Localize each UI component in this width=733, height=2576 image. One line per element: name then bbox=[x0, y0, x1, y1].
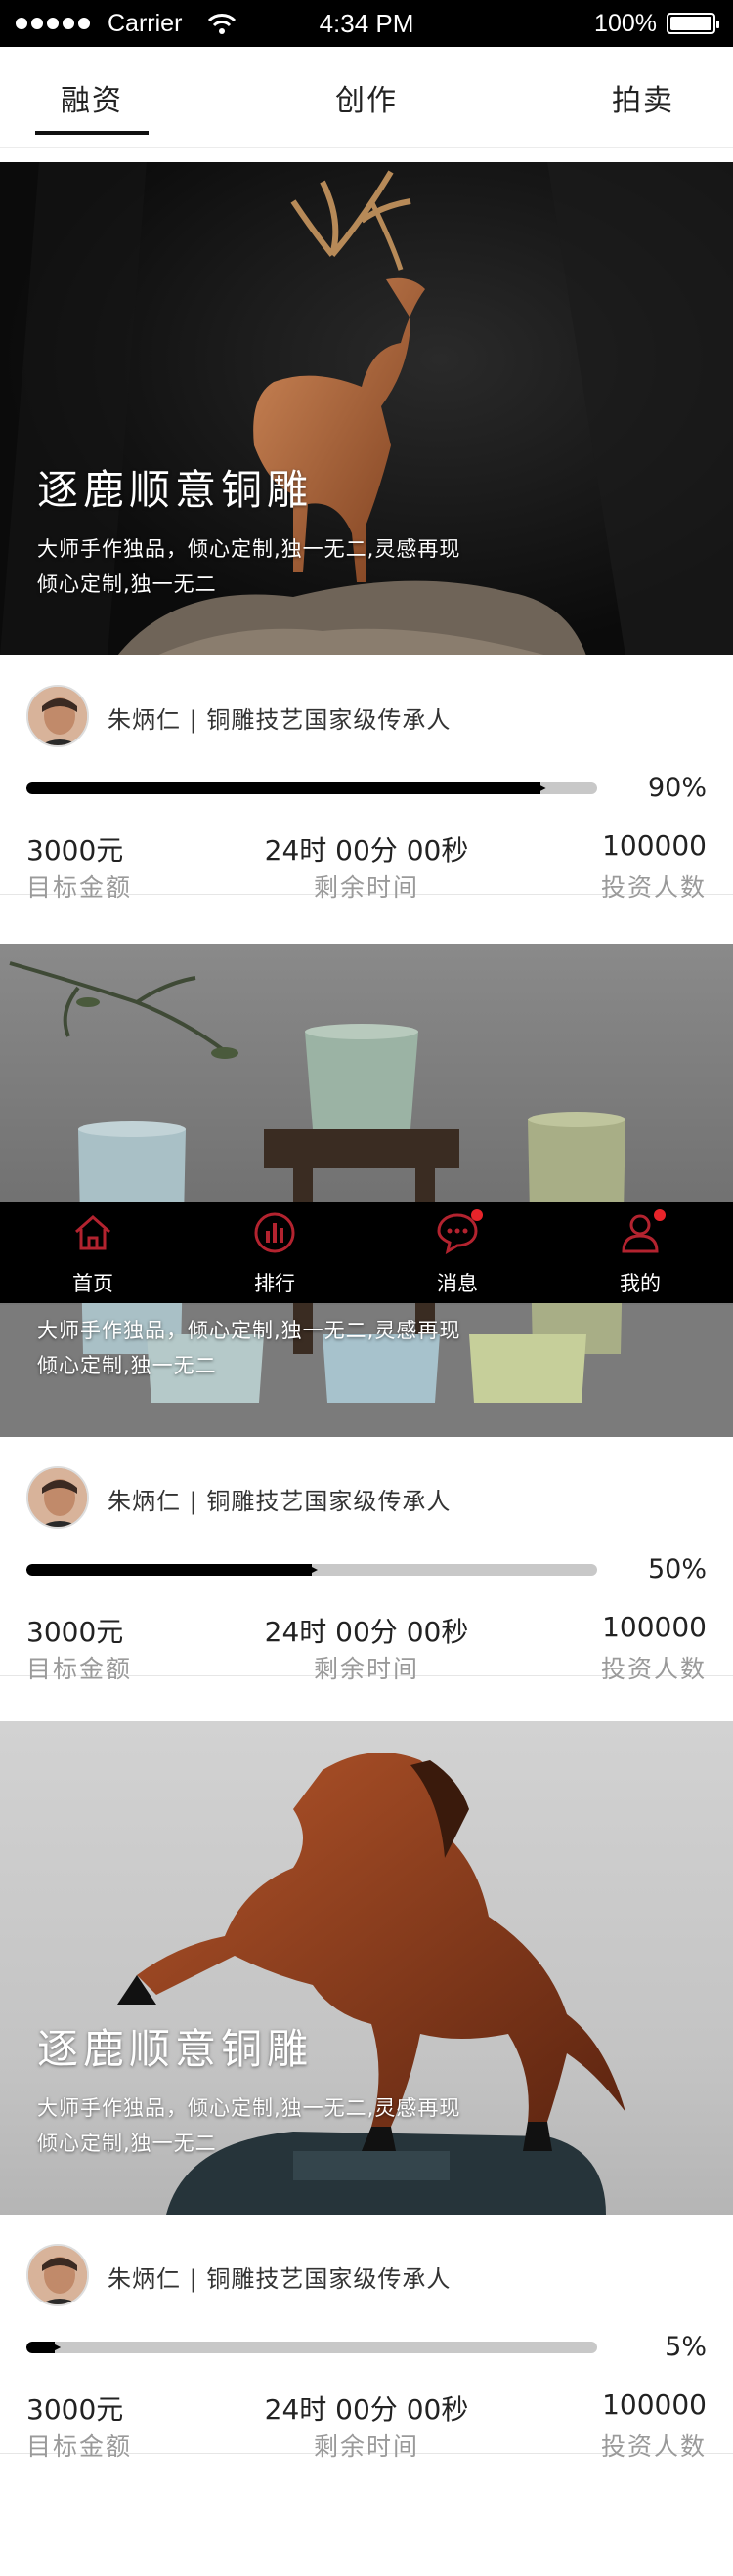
tab-label: 我的 bbox=[620, 1272, 661, 1295]
project-image[interactable]: 逐鹿顺意铜雕 大师手作独品，倾心定制,独一无二,灵感再现 倾心定制,独一无二 bbox=[0, 1721, 733, 2215]
progress-percent: 5% bbox=[665, 2332, 707, 2362]
tab-ranking[interactable]: 排行 bbox=[221, 1211, 328, 1297]
ranking-icon bbox=[253, 1211, 296, 1254]
investor-count: 100000 bbox=[602, 829, 707, 862]
project-description: 大师手作独品，倾心定制,独一无二,灵感再现 倾心定制,独一无二 bbox=[37, 2096, 461, 2155]
investor-count: 100000 bbox=[602, 2388, 707, 2421]
message-icon bbox=[436, 1209, 483, 1255]
battery-percent: 100% bbox=[594, 10, 657, 37]
tab-label: 排行 bbox=[254, 1272, 295, 1295]
project-description: 大师手作独品，倾心定制,独一无二,灵感再现 倾心定制,独一无二 bbox=[37, 537, 461, 596]
project-info: 朱炳仁 | 铜雕技艺国家级传承人 50% 3000元 目标金额 24时 00分 … bbox=[0, 1437, 733, 1683]
progress-percent: 90% bbox=[647, 773, 707, 803]
tab-messages[interactable]: 消息 bbox=[404, 1209, 511, 1297]
bottom-tab-bar: 首页 排行 消息 我的 bbox=[0, 1202, 733, 1303]
tab-home[interactable]: 首页 bbox=[39, 1211, 147, 1297]
project-card[interactable]: 大师手作独品，倾心定制,独一无二,灵感再现 倾心定制,独一无二 朱炳仁 | 铜雕技… bbox=[0, 944, 733, 1683]
tab-label: 首页 bbox=[72, 1272, 113, 1295]
progress-percent: 50% bbox=[647, 1554, 707, 1584]
artist-info: 朱炳仁 | 铜雕技艺国家级传承人 bbox=[108, 2265, 452, 2293]
artist-info: 朱炳仁 | 铜雕技艺国家级传承人 bbox=[108, 706, 452, 734]
project-info: 朱炳仁 | 铜雕技艺国家级传承人 5% 3000元 目标金额 24时 00分 0… bbox=[0, 2215, 733, 2461]
notification-badge bbox=[654, 1209, 666, 1221]
tab-creation[interactable]: 创作 bbox=[335, 76, 398, 119]
artist-info: 朱炳仁 | 铜雕技艺国家级传承人 bbox=[108, 1488, 452, 1515]
project-image[interactable]: 逐鹿顺意铜雕 大师手作独品，倾心定制,独一无二,灵感再现 倾心定制,独一无二 bbox=[0, 162, 733, 655]
battery-icon bbox=[667, 13, 719, 34]
status-bar: Carrier 4:34 PM 100% bbox=[0, 0, 733, 47]
investor-count-label: 投资人数 bbox=[600, 1655, 707, 1683]
project-image[interactable]: 大师手作独品，倾心定制,独一无二,灵感再现 倾心定制,独一无二 bbox=[0, 944, 733, 1437]
notification-badge bbox=[471, 1209, 483, 1221]
project-description: 大师手作独品，倾心定制,独一无二,灵感再现 倾心定制,独一无二 bbox=[37, 1319, 461, 1377]
project-info: 朱炳仁 | 铜雕技艺国家级传承人 90% 3000元 目标金额 24时 00分 … bbox=[0, 655, 733, 902]
tab-label: 消息 bbox=[437, 1272, 478, 1295]
artist-avatar[interactable] bbox=[26, 2244, 89, 2306]
funding-progress-bar bbox=[26, 2342, 597, 2353]
investor-count: 100000 bbox=[602, 1611, 707, 1643]
tab-auction[interactable]: 拍卖 bbox=[612, 76, 674, 119]
investor-count-label: 投资人数 bbox=[600, 2432, 707, 2461]
project-card[interactable]: 逐鹿顺意铜雕 大师手作独品，倾心定制,独一无二,灵感再现 倾心定制,独一无二 朱炳… bbox=[0, 1721, 733, 2461]
project-card[interactable]: 逐鹿顺意铜雕 大师手作独品，倾心定制,独一无二,灵感再现 倾心定制,独一无二 朱炳… bbox=[0, 162, 733, 902]
progress-fill bbox=[26, 2342, 56, 2353]
artist-avatar[interactable] bbox=[26, 1466, 89, 1529]
project-title: 逐鹿顺意铜雕 bbox=[37, 466, 314, 514]
project-title: 逐鹿顺意铜雕 bbox=[37, 2025, 314, 2073]
progress-fill bbox=[26, 782, 540, 794]
tab-profile[interactable]: 我的 bbox=[586, 1209, 694, 1297]
profile-icon bbox=[619, 1209, 666, 1254]
home-icon bbox=[71, 1211, 114, 1254]
tab-financing[interactable]: 融资 bbox=[35, 76, 149, 135]
funding-progress-bar bbox=[26, 782, 597, 794]
artist-avatar[interactable] bbox=[26, 685, 89, 747]
investor-count-label: 投资人数 bbox=[600, 873, 707, 902]
progress-fill bbox=[26, 1564, 312, 1576]
funding-progress-bar bbox=[26, 1564, 597, 1576]
top-nav: 融资 创作 拍卖 bbox=[0, 47, 733, 148]
